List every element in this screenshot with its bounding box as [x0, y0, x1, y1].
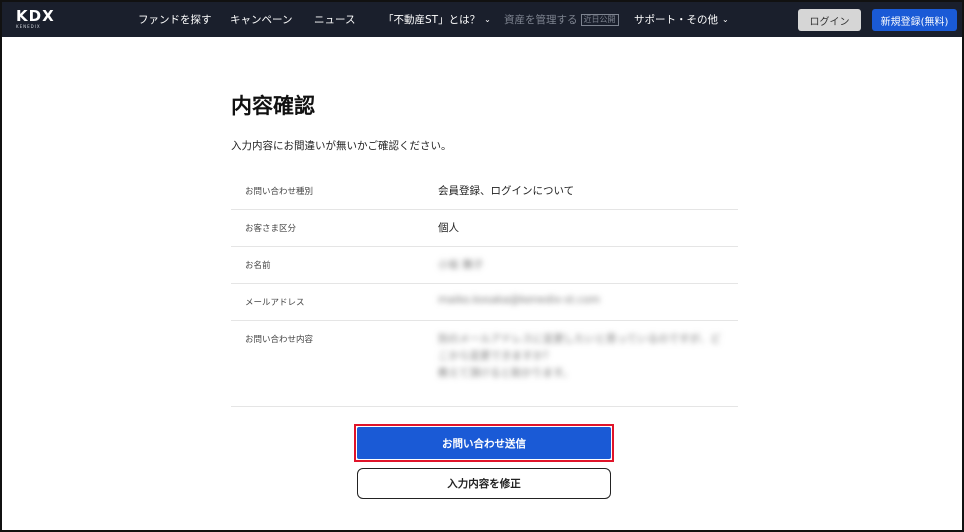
browser-frame: KDX KENEDIX ファンドを探す キャンペーン ニュース 「不動産ST」と… — [0, 0, 964, 532]
submit-inquiry-button[interactable]: お問い合わせ送信 — [357, 427, 611, 459]
kdx-logo[interactable]: KDX KENEDIX — [16, 8, 55, 30]
row-label: メールアドレス — [245, 298, 305, 308]
nav-campaign[interactable]: キャンペーン — [230, 2, 292, 37]
row-label: お客さま区分 — [245, 224, 297, 234]
row-value-blurred: maiko.kosaka@kenedix-st.com — [438, 294, 600, 306]
nav-label: サポート・その他 — [634, 14, 718, 26]
login-button[interactable]: ログイン — [798, 9, 861, 31]
edit-input-button[interactable]: 入力内容を修正 — [357, 468, 611, 499]
confirm-row-name: お名前 小坂 舞子 — [231, 247, 738, 284]
nav-label: 資産を管理する — [504, 14, 578, 26]
row-value-blurred: 小坂 舞子 — [438, 259, 484, 271]
chevron-down-icon: ⌄ — [484, 15, 491, 24]
site-header: KDX KENEDIX ファンドを探す キャンペーン ニュース 「不動産ST」と… — [2, 2, 962, 37]
row-label: お問い合わせ内容 — [245, 335, 314, 345]
nav-support-other[interactable]: サポート・その他 ⌄ — [634, 2, 729, 37]
nav-news[interactable]: ニュース — [314, 2, 355, 37]
coming-soon-badge: 近日公開 — [580, 13, 619, 26]
nav-label: ファンドを探す — [138, 14, 212, 26]
confirm-row-inquiry-content: お問い合わせ内容 別のメールアドレスに変更したいと思っているのですが、ど こから… — [231, 321, 738, 407]
confirm-row-email: メールアドレス maiko.kosaka@kenedix-st.com — [231, 284, 738, 321]
row-value-blurred: 別のメールアドレスに変更したいと思っているのですが、ど こから変更できますか？ … — [438, 331, 721, 382]
confirm-row-inquiry-type: お問い合わせ種別 会員登録、ログインについて — [231, 172, 738, 210]
page-title: 内容確認 — [231, 93, 315, 118]
chevron-down-icon: ⌄ — [722, 15, 729, 24]
row-value: 個人 — [438, 222, 459, 234]
page-lead: 入力内容にお間違いが無いかご確認ください。 — [231, 140, 452, 152]
row-label: お問い合わせ種別 — [245, 187, 314, 197]
content-line: 別のメールアドレスに変更したいと思っているのですが、ど — [438, 333, 721, 345]
logo-text: KDX — [16, 7, 55, 25]
register-button[interactable]: 新規登録(無料) — [872, 9, 957, 31]
nav-label: 「不動産ST」とは？ — [383, 14, 481, 26]
confirm-row-customer-type: お客さま区分 個人 — [231, 210, 738, 247]
nav-label: ニュース — [314, 14, 356, 26]
nav-label: キャンペーン — [230, 14, 293, 26]
nav-about-st[interactable]: 「不動産ST」とは？ ⌄ — [383, 2, 491, 37]
nav-find-fund[interactable]: ファンドを探す — [138, 2, 212, 37]
row-value: 会員登録、ログインについて — [438, 185, 575, 197]
content-line: こから変更できますか？ — [438, 350, 554, 362]
content-line: 教えて頂けると助かります。 — [438, 367, 573, 379]
row-label: お名前 — [245, 261, 271, 271]
nav-manage-assets: 資産を管理する 近日公開 — [504, 2, 619, 37]
